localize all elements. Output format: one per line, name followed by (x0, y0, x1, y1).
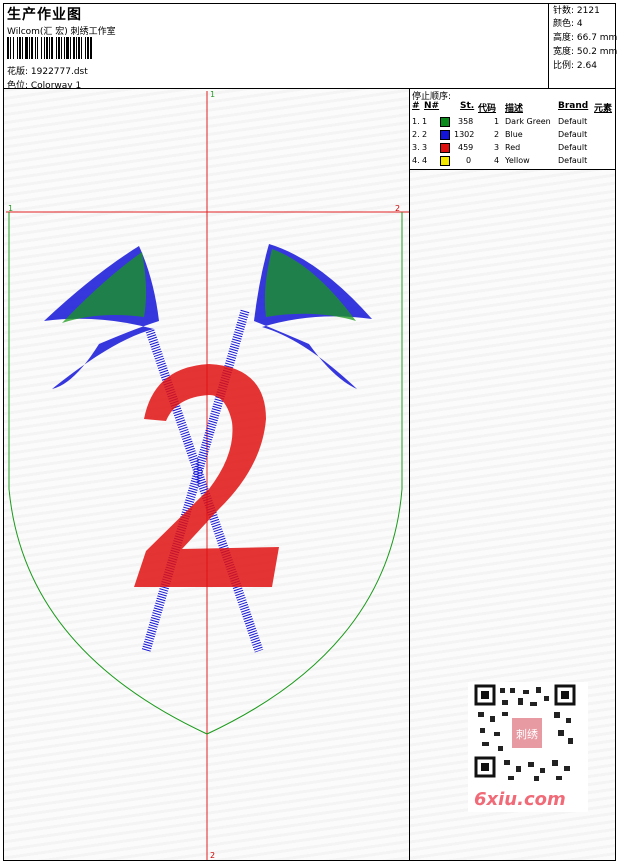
row-code: 1 (494, 117, 500, 126)
row-desc: Yellow (505, 156, 530, 165)
embroidery-preview: 1 2 1 2 (6, 90, 409, 860)
table-row[interactable]: 3. 3 459 3 Red Default (410, 141, 615, 154)
row-seq: 4. (412, 156, 420, 165)
right-flag-green (264, 249, 356, 321)
table-row[interactable]: 2. 2 1302 2 Blue Default (410, 128, 615, 141)
company-name: Wilcom(汇 宏) 刺绣工作室 (7, 27, 116, 37)
stats-panel: 针数: 2121 颜色: 4 高度: 66.7 mm 宽度: 50.2 mm 比… (548, 4, 618, 88)
marker-bottom: 2 (210, 851, 215, 860)
brand-watermark: 6xiu.com (474, 789, 566, 810)
row-code: 3 (494, 143, 500, 152)
color-swatch (440, 117, 450, 127)
row-brand: Default (558, 156, 588, 165)
row-seq: 3. (412, 143, 420, 152)
row-n: 1 (422, 117, 428, 126)
marker-left: 1 (8, 204, 13, 213)
row-brand: Default (558, 117, 588, 126)
row-brand: Default (558, 130, 588, 139)
col-stitches: St. (460, 101, 475, 111)
stamp-text: 刺绣 (516, 728, 538, 741)
row-n: 3 (422, 143, 428, 152)
stat-colors: 颜色: 4 (553, 19, 583, 29)
row-desc: Blue (505, 130, 523, 139)
qr-code-graphic: 刺绣 (474, 684, 576, 781)
header-panel: 生产作业图 Wilcom(汇 宏) 刺绣工作室 花版: 1922777.dst … (3, 3, 618, 91)
row-code: 4 (494, 156, 500, 165)
col-desc: 描述 (505, 104, 524, 114)
col-hash: # (412, 101, 420, 111)
row-code: 2 (494, 130, 500, 139)
stop-sequence-panel: 停止顺序: # N# St. 代码 描述 Brand 元素 1. 1 358 1… (410, 89, 615, 170)
row-stitches: 459 (458, 143, 474, 152)
stat-width: 宽度: 50.2 mm (553, 47, 618, 57)
marker-top: 1 (210, 90, 215, 99)
color-swatch (440, 143, 450, 153)
row-stitches: 0 (466, 156, 472, 165)
row-n: 4 (422, 156, 428, 165)
row-desc: Dark Green (505, 117, 551, 126)
barcode-bar (92, 37, 93, 59)
barcode (7, 37, 144, 59)
design-canvas[interactable]: 1 2 1 2 (4, 89, 410, 860)
col-brand: Brand (558, 101, 589, 111)
table-row[interactable]: 4. 4 0 4 Yellow Default (410, 154, 615, 167)
color-swatch (440, 130, 450, 140)
col-element: 元素 (594, 104, 613, 114)
row-seq: 1. (412, 117, 420, 126)
stat-scale: 比例: 2.64 (553, 61, 597, 71)
row-stitches: 358 (458, 117, 474, 126)
col-code: 代码 (478, 104, 497, 114)
table-row[interactable]: 1. 1 358 1 Dark Green Default (410, 115, 615, 128)
left-flag-green (62, 252, 147, 323)
row-n: 2 (422, 130, 428, 139)
stat-stitches: 针数: 2121 (553, 6, 600, 16)
design-file-label: 花版: 1922777.dst (7, 67, 88, 77)
color-swatch (440, 156, 450, 166)
row-desc: Red (505, 143, 521, 152)
row-stitches: 1302 (454, 130, 475, 139)
marker-right: 2 (395, 204, 400, 213)
row-seq: 2. (412, 130, 420, 139)
col-n: N# (424, 101, 440, 111)
page-title: 生产作业图 (7, 7, 82, 23)
row-brand: Default (558, 143, 588, 152)
stat-height: 高度: 66.7 mm (553, 33, 618, 43)
